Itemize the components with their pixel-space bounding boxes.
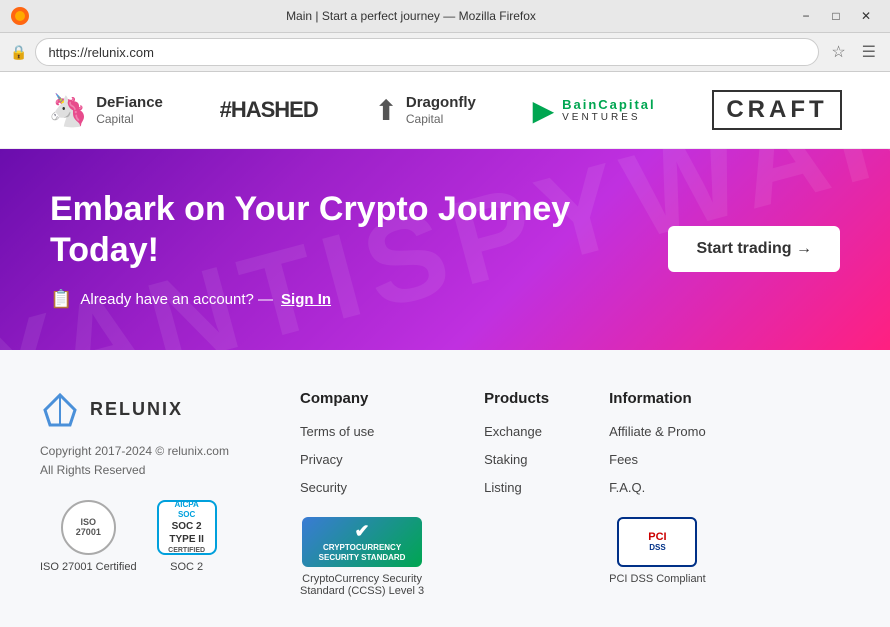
terms-link[interactable]: Terms of use	[300, 424, 374, 439]
footer-col-company: Company Terms of use Privacy Security ✔ …	[300, 390, 424, 597]
browser-title: Main | Start a perfect journey — Mozilla…	[30, 9, 792, 23]
dragonfly-sub: Capital	[406, 112, 476, 126]
footer-col-products: Products Exchange Staking Listing	[484, 390, 549, 597]
list-item: Fees	[609, 451, 706, 469]
craft-name: CRAFT	[712, 90, 841, 130]
security-link[interactable]: Security	[300, 480, 347, 495]
ccss-text: CRYPTOCURRENCYSECURITY STANDARD	[315, 543, 410, 564]
defiance-sub: Capital	[96, 112, 163, 126]
affiliate-link[interactable]: Affiliate & Promo	[609, 424, 706, 439]
bookmark-star-icon[interactable]: ☆	[827, 38, 849, 66]
footer-nav: Company Terms of use Privacy Security ✔ …	[300, 390, 850, 597]
partner-defiance: 🦄 DeFiance Capital	[48, 91, 163, 129]
iso-cert-label: ISO 27001 Certified	[40, 561, 137, 573]
relunix-logo-icon	[40, 390, 80, 430]
hero-cta: Start trading →	[668, 226, 840, 272]
products-links: Exchange Staking Listing	[484, 423, 549, 497]
list-item: Affiliate & Promo	[609, 423, 706, 441]
defiance-icon: 🦄	[48, 91, 88, 129]
staking-link[interactable]: Staking	[484, 452, 527, 467]
footer-copyright: Copyright 2017-2024 © relunix.com All Ri…	[40, 442, 260, 480]
url-input[interactable]	[35, 38, 819, 66]
footer-certs: ISO27001 ISO 27001 Certified AICPASOC SO…	[40, 500, 260, 573]
soc-cert: AICPASOC SOC 2TYPE II CERTIFIED SOC 2	[157, 500, 217, 573]
list-item: Privacy	[300, 451, 424, 469]
ccss-check-icon: ✔	[355, 520, 370, 543]
address-bar: 🔒 ☆ ☰	[0, 33, 890, 71]
signin-link-text: Sign In	[281, 291, 331, 308]
security-lock-icon: 🔒	[10, 44, 27, 61]
browser-window-buttons[interactable]: − □ ✕	[792, 6, 880, 26]
defiance-name: DeFiance	[96, 94, 163, 112]
information-heading: Information	[609, 390, 706, 407]
partner-hashed: #HASHED	[220, 97, 318, 123]
browser-menu-icon[interactable]: ☰	[858, 38, 880, 66]
dragonfly-icon: ⬆	[374, 94, 397, 127]
signin-wallet-icon: 📋	[50, 289, 72, 310]
signin-link[interactable]: Sign In	[281, 291, 331, 308]
hero-banner: MYANTISPYWARE Embark on Your Crypto Jour…	[0, 149, 890, 350]
footer-col-information: Information Affiliate & Promo Fees F.A.Q…	[609, 390, 706, 597]
list-item: Terms of use	[300, 423, 424, 441]
soc-cert-label: SOC 2	[170, 561, 203, 573]
minimize-button[interactable]: −	[792, 6, 820, 26]
dragonfly-name: Dragonfly	[406, 94, 476, 112]
ccss-badge: ✔ CRYPTOCURRENCYSECURITY STANDARD	[302, 517, 422, 567]
bain-name: BainCapital	[562, 97, 656, 112]
hero-title: Embark on Your Crypto Journey Today!	[50, 189, 668, 271]
list-item: Listing	[484, 479, 549, 497]
list-item: F.A.Q.	[609, 479, 706, 497]
company-links: Terms of use Privacy Security	[300, 423, 424, 497]
browser-chrome: Main | Start a perfect journey — Mozilla…	[0, 0, 890, 72]
pci-block: PCI DSS PCI DSS Compliant	[609, 517, 706, 585]
pci-badge-text: DSS	[649, 543, 665, 552]
exchange-link[interactable]: Exchange	[484, 424, 542, 439]
hashed-name: #HASHED	[220, 97, 318, 123]
list-item: Security	[300, 479, 424, 497]
hero-signin-text: Already have an account? —	[80, 291, 273, 308]
listing-link[interactable]: Listing	[484, 480, 522, 495]
products-heading: Products	[484, 390, 549, 407]
information-links: Affiliate & Promo Fees F.A.Q.	[609, 423, 706, 497]
start-trading-button[interactable]: Start trading →	[668, 226, 840, 272]
pci-dss-text: PCI	[648, 531, 666, 543]
footer-brand: RELUNIX Copyright 2017-2024 © relunix.co…	[40, 390, 260, 597]
iso-badge: ISO27001	[61, 500, 116, 555]
ccss-block: ✔ CRYPTOCURRENCYSECURITY STANDARD Crypto…	[300, 517, 424, 597]
hero-content: Embark on Your Crypto Journey Today! 📋 A…	[50, 189, 668, 310]
browser-titlebar: Main | Start a perfect journey — Mozilla…	[0, 0, 890, 33]
copyright-text: Copyright 2017-2024 © relunix.com	[40, 444, 229, 458]
soc-badge-text: AICPASOC	[174, 500, 198, 521]
iso-badge-text: ISO27001	[76, 517, 101, 539]
company-heading: Company	[300, 390, 424, 407]
list-item: Staking	[484, 451, 549, 469]
footer-logo-name: RELUNIX	[90, 399, 183, 420]
faq-link[interactable]: F.A.Q.	[609, 480, 645, 495]
partner-craft: CRAFT	[712, 90, 841, 130]
rights-text: All Rights Reserved	[40, 463, 145, 477]
soc-type-text: SOC 2TYPE II	[169, 520, 203, 546]
browser-window-controls	[10, 6, 30, 26]
partner-dragonfly: ⬆ Dragonfly Capital	[374, 94, 475, 127]
soc-badge: AICPASOC SOC 2TYPE II CERTIFIED	[157, 500, 217, 555]
hero-signin-row: 📋 Already have an account? — Sign In	[50, 289, 668, 310]
fees-link[interactable]: Fees	[609, 452, 638, 467]
list-item: Exchange	[484, 423, 549, 441]
maximize-button[interactable]: □	[822, 6, 850, 26]
bain-icon: ▶	[533, 94, 555, 127]
bain-sub: VENTURES	[562, 112, 656, 123]
footer: RELUNIX Copyright 2017-2024 © relunix.co…	[0, 350, 890, 627]
soc-certified-text: CERTIFIED	[168, 546, 205, 555]
ccss-label: CryptoCurrency SecurityStandard (CCSS) L…	[300, 573, 424, 597]
firefox-icon	[10, 6, 30, 26]
partner-bain: ▶ BainCapital VENTURES	[533, 94, 656, 127]
pci-badge: PCI DSS	[617, 517, 697, 567]
close-button[interactable]: ✕	[852, 6, 880, 26]
partners-bar: 🦄 DeFiance Capital #HASHED ⬆ Dragonfly C…	[0, 72, 890, 149]
privacy-link[interactable]: Privacy	[300, 452, 343, 467]
iso-cert: ISO27001 ISO 27001 Certified	[40, 500, 137, 573]
footer-logo: RELUNIX	[40, 390, 260, 430]
pci-label: PCI DSS Compliant	[609, 573, 706, 585]
